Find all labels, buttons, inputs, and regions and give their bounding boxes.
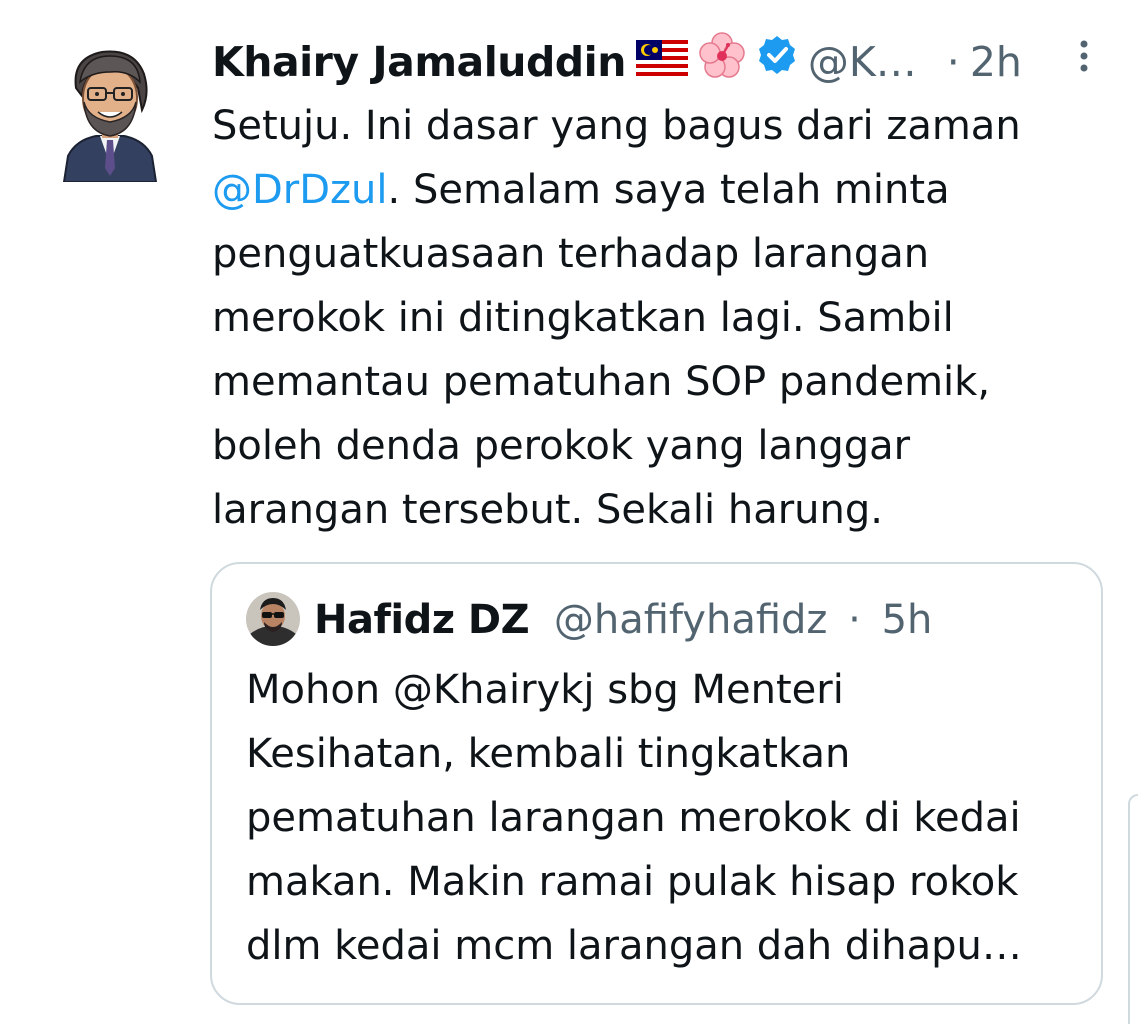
tweet-text-line: @DrDzul. Semalam saya telah minta [212, 158, 1112, 222]
quoted-tweet-text: Mohon @Khairykj sbg Menteri Kesihatan, k… [246, 658, 1096, 978]
tweet-text: Setuju. Ini dasar yang bagus dari zaman … [212, 94, 1112, 542]
tweet: Khairy Jamaluddin @K… · 2h Setuju. Ini d… [0, 0, 1138, 1024]
tweet-text-segment: . Semalam saya telah minta [387, 167, 950, 213]
quoted-text-line: dlm kedai mcm larangan dah dihapu… [246, 923, 1022, 969]
quoted-tweet-timestamp[interactable]: 5h [882, 597, 933, 643]
tweet-text-line: larangan tersebut. Sekali harung. [212, 487, 883, 533]
tweet-text-line: Setuju. Ini dasar yang bagus dari zaman [212, 103, 1021, 149]
more-options-icon[interactable] [1074, 38, 1094, 78]
adjacent-card-edge [1128, 794, 1138, 1024]
quoted-author-avatar[interactable] [246, 592, 300, 646]
malaysia-flag-icon [635, 34, 688, 90]
author-avatar[interactable] [62, 44, 158, 182]
separator-dot: · [848, 597, 861, 643]
author-name[interactable]: Khairy Jamaluddin [212, 34, 626, 90]
mention-link[interactable]: @DrDzul [212, 167, 388, 213]
tweet-header: Khairy Jamaluddin @K… · 2h [212, 31, 1022, 93]
verified-badge-icon [756, 34, 798, 90]
quoted-tweet-card[interactable]: Hafidz DZ @hafifyhafidz · 5h Mohon @Khai… [210, 562, 1103, 1005]
quoted-text-line: makan. Makin ramai pulak hisap rokok [246, 859, 1019, 905]
quoted-text-line: Mohon @Khairykj sbg Menteri [246, 667, 844, 713]
quoted-text-line: pematuhan larangan merokok di kedai [246, 795, 1021, 841]
separator-dot: · [946, 38, 960, 86]
hibiscus-icon [698, 31, 746, 93]
tweet-text-line: memantau pematuhan SOP pandemik, [212, 359, 991, 405]
tweet-text-line: penguatkuasaan terhadap larangan [212, 231, 930, 277]
quoted-author-name[interactable]: Hafidz DZ [314, 597, 530, 643]
quoted-tweet-header: Hafidz DZ @hafifyhafidz · 5h [314, 592, 932, 648]
quoted-author-handle[interactable]: @hafifyhafidz [554, 597, 828, 643]
tweet-text-line: boleh denda perokok yang langgar [212, 423, 911, 469]
tweet-text-line: merokok ini ditingkatkan lagi. Sambil [212, 295, 954, 341]
author-handle[interactable]: @K… [808, 34, 917, 90]
tweet-timestamp[interactable]: 2h [970, 34, 1022, 90]
quoted-text-line: Kesihatan, kembali tingkatkan [246, 731, 851, 777]
